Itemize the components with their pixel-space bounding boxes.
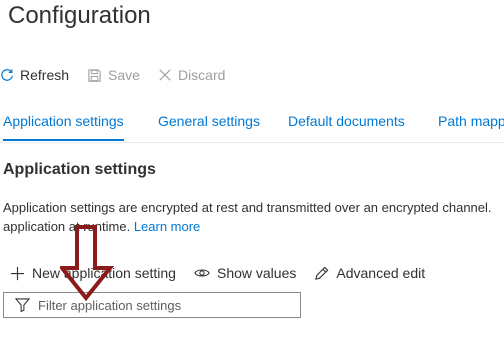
filter-icon — [15, 298, 30, 312]
discard-button[interactable]: Discard — [158, 67, 225, 83]
save-icon — [88, 68, 101, 82]
discard-label: Discard — [177, 67, 226, 83]
learn-more-link[interactable]: Learn more — [134, 219, 200, 234]
plus-icon — [10, 266, 25, 280]
command-bar: Refresh Save Discard — [0, 64, 243, 86]
refresh-icon — [1, 69, 13, 81]
filter-box[interactable] — [3, 292, 301, 318]
advanced-edit-label: Advanced edit — [336, 265, 426, 281]
tab-path-mappings[interactable]: Path mapp — [438, 113, 504, 129]
tab-bar: Application settings General settings De… — [0, 104, 504, 143]
description-text: Application settings are encrypted at re… — [3, 200, 492, 215]
tab-application-settings[interactable]: Application settings — [3, 113, 124, 141]
show-values-label: Show values — [216, 265, 297, 281]
eye-icon — [194, 269, 210, 277]
save-button[interactable]: Save — [87, 67, 140, 83]
annotation-arrow-icon — [60, 225, 114, 301]
tab-default-documents[interactable]: Default documents — [288, 113, 405, 129]
section-heading: Application settings — [3, 161, 156, 178]
pencil-icon — [315, 266, 329, 280]
close-icon — [159, 69, 171, 81]
refresh-label: Refresh — [20, 67, 70, 83]
page-title: Configuration — [8, 2, 151, 29]
advanced-edit-button[interactable]: Advanced edit — [314, 265, 425, 281]
tab-general-settings[interactable]: General settings — [158, 113, 260, 129]
refresh-button[interactable]: Refresh — [0, 67, 69, 83]
show-values-button[interactable]: Show values — [194, 265, 296, 281]
save-label: Save — [108, 67, 140, 83]
